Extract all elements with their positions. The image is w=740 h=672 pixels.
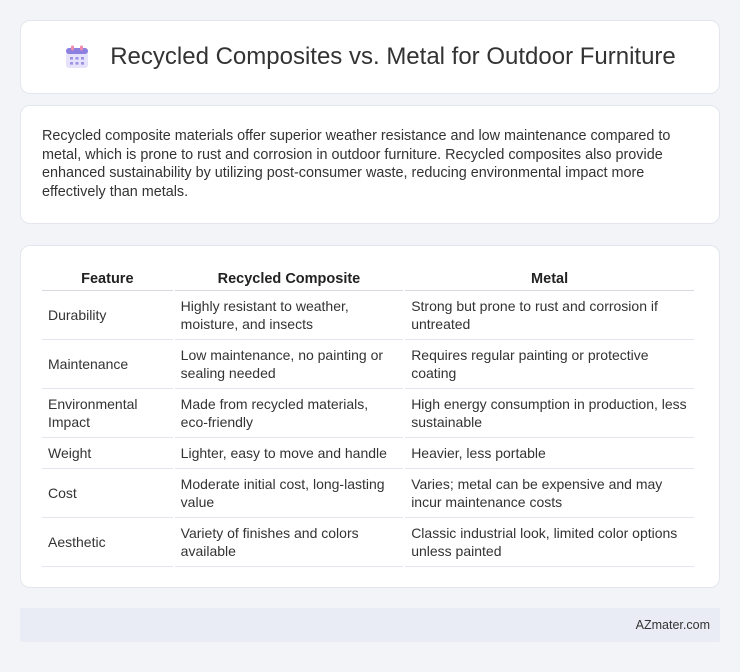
table-row: Weight Lighter, easy to move and handle … bbox=[42, 438, 694, 469]
composite-cell: Low maintenance, no painting or sealing … bbox=[174, 340, 404, 389]
composite-cell: Moderate initial cost, long-lasting valu… bbox=[174, 469, 404, 518]
comparison-table: Feature Recycled Composite Metal Durabil… bbox=[40, 266, 696, 567]
feature-cell: Cost bbox=[42, 469, 173, 518]
feature-cell: Environmental Impact bbox=[42, 389, 173, 438]
table-header-row: Feature Recycled Composite Metal bbox=[42, 266, 694, 291]
table-row: Environmental Impact Made from recycled … bbox=[42, 389, 694, 438]
composite-cell: Made from recycled materials, eco-friend… bbox=[174, 389, 404, 438]
comparison-table-card: Feature Recycled Composite Metal Durabil… bbox=[20, 245, 720, 588]
column-header-recycled-composite: Recycled Composite bbox=[174, 266, 404, 291]
page-title: Recycled Composites vs. Metal for Outdoo… bbox=[110, 43, 676, 70]
column-header-feature: Feature bbox=[42, 266, 173, 291]
footer: AZmater.com bbox=[20, 608, 720, 642]
table-row: Maintenance Low maintenance, no painting… bbox=[42, 340, 694, 389]
table-row: Cost Moderate initial cost, long-lasting… bbox=[42, 469, 694, 518]
calendar-icon bbox=[64, 44, 90, 70]
column-header-metal: Metal bbox=[405, 266, 694, 291]
composite-cell: Variety of finishes and colors available bbox=[174, 518, 404, 567]
composite-cell: Lighter, easy to move and handle bbox=[174, 438, 404, 469]
feature-cell: Weight bbox=[42, 438, 173, 469]
metal-cell: Heavier, less portable bbox=[405, 438, 694, 469]
table-row: Aesthetic Variety of finishes and colors… bbox=[42, 518, 694, 567]
summary-card: Recycled composite materials offer super… bbox=[20, 105, 720, 224]
feature-cell: Aesthetic bbox=[42, 518, 173, 567]
metal-cell: Classic industrial look, limited color o… bbox=[405, 518, 694, 567]
footer-site-name: AZmater.com bbox=[635, 618, 710, 632]
metal-cell: Strong but prone to rust and corrosion i… bbox=[405, 291, 694, 340]
metal-cell: Requires regular painting or protective … bbox=[405, 340, 694, 389]
composite-cell: Highly resistant to weather, moisture, a… bbox=[174, 291, 404, 340]
metal-cell: High energy consumption in production, l… bbox=[405, 389, 694, 438]
feature-cell: Maintenance bbox=[42, 340, 173, 389]
feature-cell: Durability bbox=[42, 291, 173, 340]
metal-cell: Varies; metal can be expensive and may i… bbox=[405, 469, 694, 518]
summary-text: Recycled composite materials offer super… bbox=[42, 128, 671, 200]
table-row: Durability Highly resistant to weather, … bbox=[42, 291, 694, 340]
title-card: Recycled Composites vs. Metal for Outdoo… bbox=[20, 20, 720, 94]
